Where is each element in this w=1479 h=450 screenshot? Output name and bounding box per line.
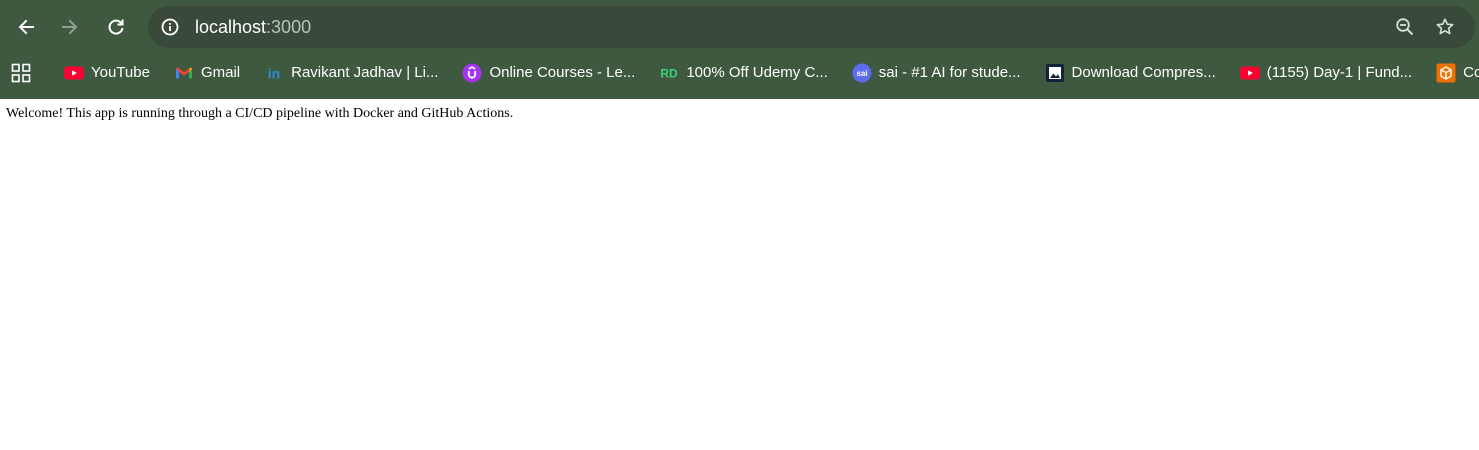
bookmark-udemy-coupons[interactable]: RD 100% Off Udemy C... <box>659 63 828 83</box>
youtube-icon <box>1239 63 1260 83</box>
bookmark-youtube-day1[interactable]: (1155) Day-1 | Fund... <box>1239 63 1413 83</box>
bookmark-label: 100% Off Udemy C... <box>686 64 828 81</box>
welcome-message: Welcome! This app is running through a C… <box>6 106 514 121</box>
svg-text:RD: RD <box>661 67 679 81</box>
bookmark-star-button[interactable] <box>1433 15 1457 39</box>
bookmark-online-courses[interactable]: Online Courses - Le... <box>462 63 635 83</box>
url-text[interactable]: localhost:3000 <box>195 6 311 48</box>
site-info-button[interactable] <box>158 15 182 39</box>
address-bar[interactable]: localhost:3000 <box>148 6 1475 48</box>
bookmark-label: (1155) Day-1 | Fund... <box>1266 64 1413 81</box>
udemy-icon <box>462 63 482 83</box>
svg-text:sai: sai <box>856 69 867 78</box>
apps-button[interactable] <box>11 62 31 84</box>
aws-icon <box>1436 63 1456 83</box>
browser-chrome: localhost:3000 YouTube Gmail in Ravikant… <box>0 0 1479 99</box>
bookmark-label: Download Compres... <box>1071 64 1216 81</box>
svg-text:in: in <box>268 66 280 82</box>
bookmark-sai[interactable]: sai sai - #1 AI for stude... <box>852 63 1021 83</box>
apps-grid-icon <box>11 63 31 83</box>
url-host: localhost <box>195 17 267 37</box>
bookmark-gmail[interactable]: Gmail <box>174 63 240 83</box>
bookmark-download-compress[interactable]: Download Compres... <box>1045 63 1216 83</box>
gmail-icon <box>174 63 194 83</box>
bookmark-label: YouTube <box>91 64 150 81</box>
linkedin-icon: in <box>264 63 284 83</box>
star-icon <box>1436 18 1454 35</box>
bookmarks-bar: YouTube Gmail in Ravikant Jadhav | Li... <box>0 59 1479 87</box>
bookmark-linkedin[interactable]: in Ravikant Jadhav | Li... <box>264 63 438 83</box>
bookmark-label: Gmail <box>200 64 241 81</box>
image-icon <box>1045 63 1065 83</box>
url-port: :3000 <box>266 17 312 37</box>
sai-icon: sai <box>852 63 872 83</box>
info-icon <box>161 18 179 36</box>
forward-button[interactable] <box>52 9 88 45</box>
zoom-out-icon <box>1396 18 1414 36</box>
reload-icon <box>108 19 124 35</box>
bookmark-youtube[interactable]: YouTube <box>64 63 150 83</box>
bookmark-label: Online Courses - Le... <box>489 64 636 81</box>
bookmark-console[interactable]: Console <box>1436 63 1479 83</box>
back-button[interactable] <box>8 9 44 45</box>
bookmark-label: Ravikant Jadhav | Li... <box>291 64 439 81</box>
arrow-right-icon <box>62 19 78 35</box>
browser-toolbar: localhost:3000 <box>0 0 1479 54</box>
zoom-button[interactable] <box>1393 15 1417 39</box>
arrow-left-icon <box>18 19 34 35</box>
reload-button[interactable] <box>98 9 134 45</box>
bookmark-label: Console <box>1463 64 1479 81</box>
bookmark-label: sai - #1 AI for stude... <box>878 64 1021 81</box>
real-discount-icon: RD <box>659 63 679 83</box>
youtube-icon <box>64 63 84 83</box>
